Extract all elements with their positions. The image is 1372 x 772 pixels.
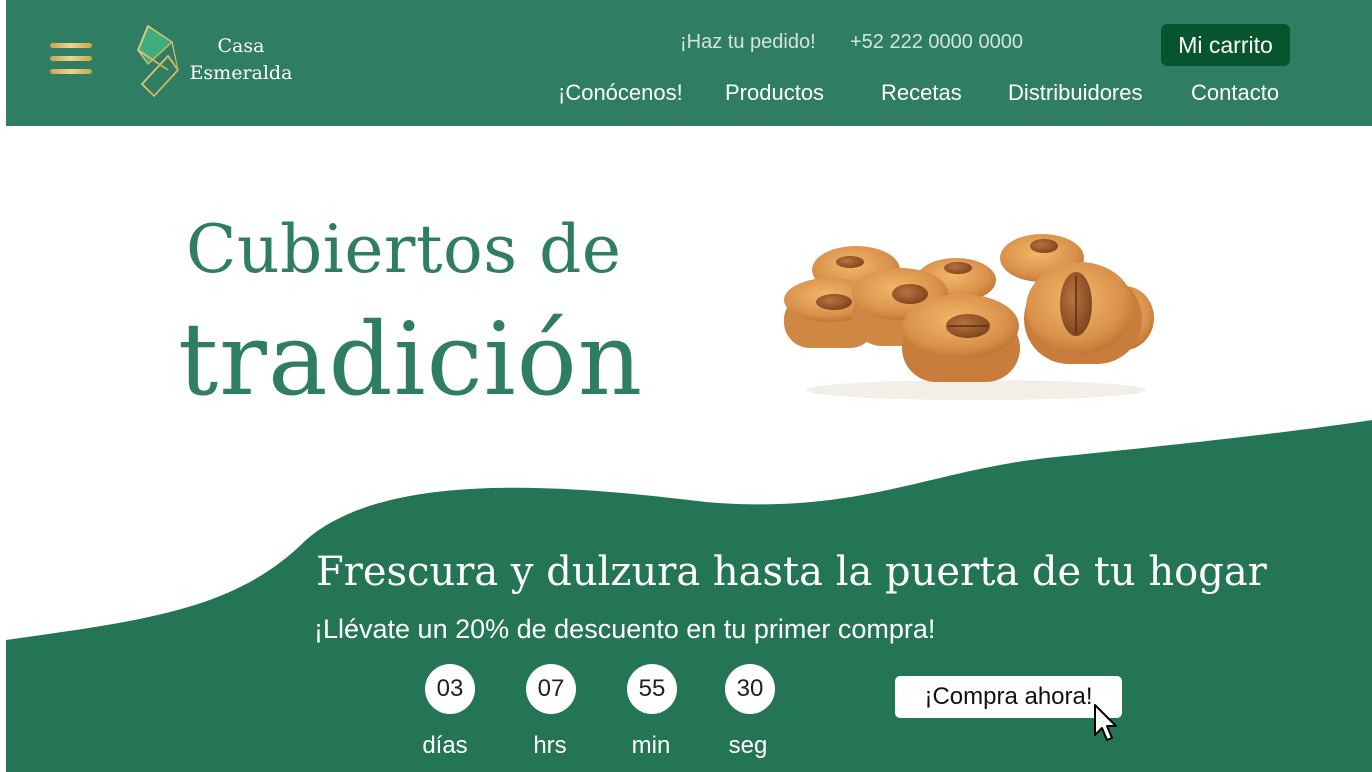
nav-item-productos[interactable]: Productos <box>725 78 824 108</box>
hero-title-line2: tradición <box>178 301 644 418</box>
buy-now-button[interactable]: ¡Compra ahora! <box>895 676 1122 718</box>
page-edge <box>0 0 6 772</box>
countdown-hours-value: 07 <box>526 664 576 714</box>
cart-button[interactable]: Mi carrito <box>1161 24 1290 66</box>
countdown-seconds-value: 30 <box>725 664 775 714</box>
countdown-days-value: 03 <box>425 664 475 714</box>
nav-item-recetas[interactable]: Recetas <box>881 78 962 108</box>
logo-s-diamond-icon[interactable] <box>134 24 182 98</box>
brand-name-line1: Casa <box>217 35 265 57</box>
hamburger-bar <box>50 69 92 74</box>
nav-item-distribuidores[interactable]: Distribuidores <box>1008 78 1143 108</box>
hero-title-line1: Cubiertos de <box>186 211 622 288</box>
hamburger-menu-icon[interactable] <box>50 43 92 77</box>
promo-title: Frescura y dulzura hasta la puerta de tu… <box>316 549 1267 595</box>
promo-subtitle: ¡Llévate un 20% de descuento en tu prime… <box>314 614 936 644</box>
nav-item-contacto[interactable]: Contacto <box>1191 78 1279 108</box>
hamburger-bar <box>50 56 92 61</box>
countdown-hours-label: hrs <box>533 732 567 759</box>
brand-name[interactable]: Casa Esmeralda <box>186 33 296 87</box>
site-header: Casa Esmeralda ¡Haz tu pedido! +52 222 0… <box>6 0 1372 126</box>
countdown-days-label: días <box>422 732 468 759</box>
order-prompt: ¡Haz tu pedido! <box>680 31 816 53</box>
hamburger-bar <box>50 43 92 48</box>
mouse-pointer-icon <box>1094 704 1117 741</box>
countdown-minutes-label: min <box>631 732 671 759</box>
pecan-cookies-image <box>784 234 1154 400</box>
countdown-seconds-label: seg <box>728 732 768 759</box>
phone-number[interactable]: +52 222 0000 0000 <box>850 28 1023 56</box>
countdown-minutes-value: 55 <box>627 664 677 714</box>
nav-item-conocenos[interactable]: ¡Conócenos! <box>558 78 683 108</box>
brand-name-line2: Esmeralda <box>189 62 293 84</box>
